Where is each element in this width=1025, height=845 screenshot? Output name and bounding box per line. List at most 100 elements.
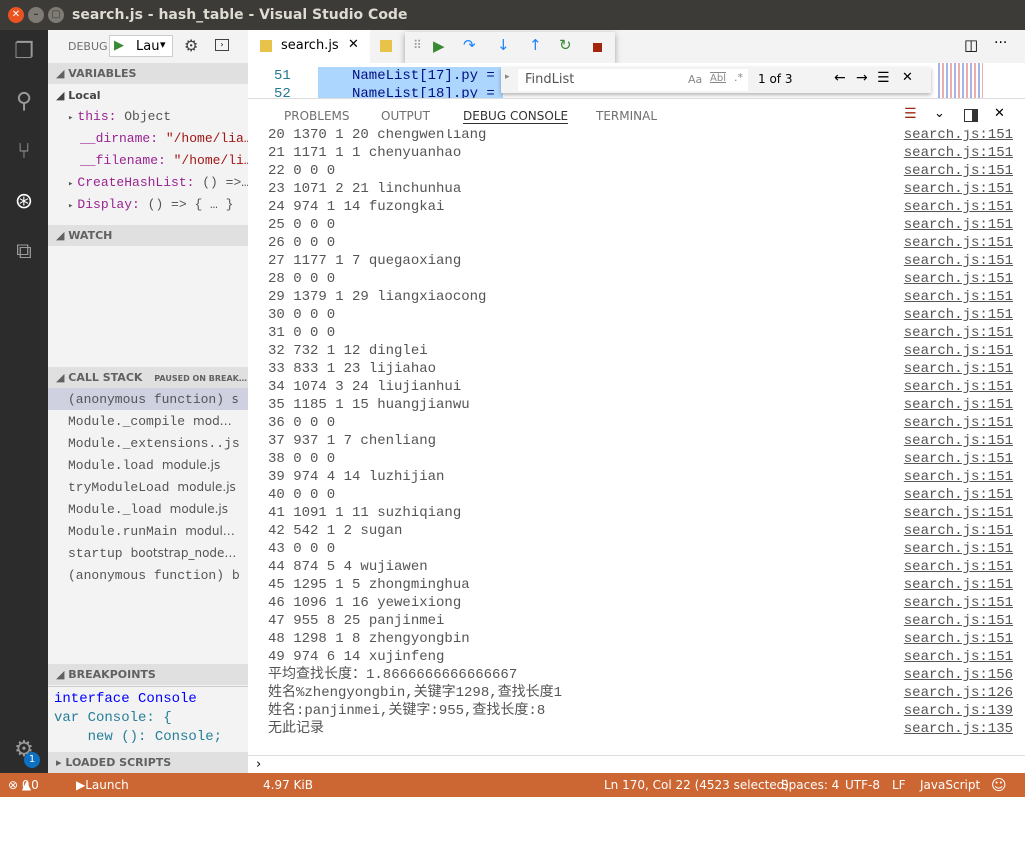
loaded-scripts-header[interactable]: ▸ LOADED SCRIPTS [48, 752, 248, 773]
source-link[interactable]: search.js:151 [904, 162, 1013, 180]
step-into-icon[interactable]: ↓ [497, 36, 510, 54]
maximize-panel-icon[interactable] [964, 109, 978, 122]
callstack-header[interactable]: ◢ CALL STACK PAUSED ON BREAK… [48, 367, 248, 388]
source-link[interactable]: search.js:151 [904, 324, 1013, 342]
find-in-selection-icon[interactable]: ☰ [877, 70, 890, 86]
launch-status[interactable]: ▶ Launch Program (hash_table) [76, 773, 160, 840]
source-link[interactable]: search.js:151 [904, 486, 1013, 504]
code-editor[interactable]: 51 NameList[17].py = 52 NameList[18].py = ▸… [248, 63, 1025, 99]
source-link[interactable]: search.js:151 [904, 360, 1013, 378]
close-window-button[interactable]: ✕ [8, 7, 24, 23]
variable-item[interactable]: __filename: "/home/li… [48, 150, 248, 172]
regex-icon[interactable]: .* [734, 71, 743, 84]
expand-arrow-icon[interactable]: ▸ [68, 179, 73, 189]
source-control-icon[interactable]: ⑂ [10, 138, 38, 166]
source-link[interactable]: search.js:151 [904, 216, 1013, 234]
debug-console-icon[interactable]: › [215, 39, 229, 51]
source-link[interactable]: search.js:151 [904, 198, 1013, 216]
console-input[interactable]: › [248, 755, 1025, 774]
source-link[interactable]: search.js:151 [904, 576, 1013, 594]
chevron-down-icon[interactable]: ⌄ [934, 106, 945, 121]
source-link[interactable]: search.js:151 [904, 432, 1013, 450]
source-link[interactable]: search.js:126 [904, 684, 1013, 702]
tab-debug-console[interactable]: DEBUG CONSOLE [463, 109, 569, 124]
source-link[interactable]: search.js:151 [904, 540, 1013, 558]
tab-output[interactable]: OUTPUT [381, 109, 430, 123]
close-find-icon[interactable]: ✕ [902, 70, 913, 85]
variable-item[interactable]: ▸ CreateHashList: () =>… [48, 172, 248, 194]
callstack-frame[interactable]: Module.load module.js [48, 454, 248, 476]
variables-header[interactable]: ◢ VARIABLES [48, 63, 248, 84]
source-link[interactable]: search.js:151 [904, 396, 1013, 414]
stop-icon[interactable] [593, 43, 602, 52]
callstack-frame[interactable]: tryModuleLoad module.js [48, 476, 248, 498]
drag-handle-icon[interactable]: ⠿ [413, 38, 422, 52]
source-link[interactable]: search.js:151 [904, 234, 1013, 252]
whole-word-icon[interactable]: Abl [710, 73, 726, 84]
line-ending[interactable]: LF [892, 773, 906, 797]
source-link[interactable]: search.js:151 [904, 414, 1013, 432]
source-link[interactable]: search.js:151 [904, 180, 1013, 198]
source-link[interactable]: search.js:151 [904, 468, 1013, 486]
close-tab-icon[interactable]: ✕ [348, 37, 359, 52]
explorer-icon[interactable]: ❐ [10, 38, 38, 66]
encoding[interactable]: UTF-8 [845, 773, 880, 797]
find-input[interactable]: FindList Aa Abl .* [518, 69, 748, 91]
source-link[interactable]: search.js:151 [904, 450, 1013, 468]
minimize-window-button[interactable]: – [28, 7, 44, 23]
source-link[interactable]: search.js:135 [904, 720, 1013, 738]
variable-item[interactable]: ▸ Display: () => { … } [48, 194, 248, 216]
source-link[interactable]: search.js:151 [904, 306, 1013, 324]
tab-search-js[interactable]: search.js ✕ [248, 30, 370, 63]
breakpoints-header[interactable]: ◢ BREAKPOINTS [48, 664, 248, 685]
scope-local[interactable]: ◢ Local [48, 85, 248, 107]
variable-item[interactable]: ▸ this: Object [48, 106, 248, 128]
close-panel-icon[interactable]: ✕ [994, 106, 1005, 121]
source-link[interactable]: search.js:156 [904, 666, 1013, 684]
source-link[interactable]: search.js:151 [904, 558, 1013, 576]
source-link[interactable]: search.js:151 [904, 612, 1013, 630]
source-link[interactable]: search.js:151 [904, 129, 1013, 144]
tab-second[interactable] [370, 30, 405, 63]
start-debug-icon[interactable]: ▶ [114, 38, 124, 53]
toggle-replace-icon[interactable]: ▸ [505, 72, 510, 82]
minimap[interactable] [938, 63, 983, 99]
search-icon[interactable]: ⚲ [10, 88, 38, 116]
expand-arrow-icon[interactable]: ▸ [68, 113, 73, 123]
feedback-smiley-icon[interactable]: ☺ [991, 773, 1007, 797]
clear-console-icon[interactable]: ☰ [904, 106, 917, 122]
source-link[interactable]: search.js:151 [904, 522, 1013, 540]
source-link[interactable]: search.js:151 [904, 378, 1013, 396]
maximize-window-button[interactable]: ▢ [48, 7, 64, 23]
previous-match-icon[interactable]: ← [834, 70, 846, 86]
step-over-icon[interactable]: ↷ [463, 36, 476, 54]
step-out-icon[interactable]: ↑ [529, 36, 542, 54]
callstack-frame[interactable]: Module.runMain modul… [48, 520, 248, 542]
callstack-frame[interactable]: startup bootstrap_node… [48, 542, 248, 564]
source-link[interactable]: search.js:151 [904, 630, 1013, 648]
problems-status[interactable]: ⊗ 0 ▲ 0 [8, 773, 39, 797]
callstack-frame[interactable]: Module._compile mod… [48, 410, 248, 432]
source-link[interactable]: search.js:151 [904, 252, 1013, 270]
source-link[interactable]: search.js:151 [904, 648, 1013, 666]
source-link[interactable]: search.js:151 [904, 288, 1013, 306]
callstack-frame[interactable]: (anonymous function) b [48, 564, 248, 586]
extensions-icon[interactable]: ⧉ [10, 238, 38, 266]
gear-icon[interactable]: ⚙ [184, 36, 198, 55]
source-link[interactable]: search.js:151 [904, 342, 1013, 360]
match-case-icon[interactable]: Aa [688, 73, 702, 86]
callstack-frame[interactable]: (anonymous function) s [48, 388, 248, 410]
source-link[interactable]: search.js:139 [904, 702, 1013, 720]
cursor-position[interactable]: Ln 170, Col 22 (4523 selected) [604, 773, 789, 797]
indentation[interactable]: Spaces: 4 [781, 773, 839, 797]
next-match-icon[interactable]: → [856, 70, 868, 86]
debug-icon[interactable]: ⊛ [10, 188, 38, 216]
source-link[interactable]: search.js:151 [904, 594, 1013, 612]
expand-arrow-icon[interactable]: ▸ [68, 201, 73, 211]
watch-header[interactable]: ◢ WATCH [48, 225, 248, 246]
source-link[interactable]: search.js:151 [904, 144, 1013, 162]
restart-icon[interactable]: ↻ [559, 36, 572, 54]
language-mode[interactable]: JavaScript [920, 773, 980, 797]
variable-item[interactable]: __dirname: "/home/lia… [48, 128, 248, 150]
callstack-frame[interactable]: Module._extensions..js [48, 432, 248, 454]
